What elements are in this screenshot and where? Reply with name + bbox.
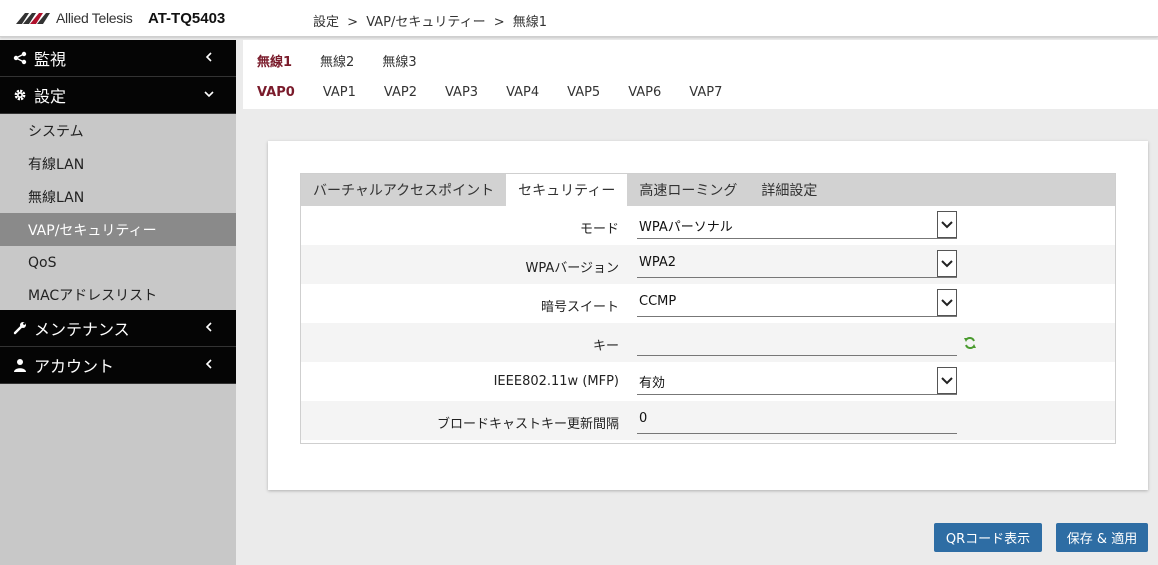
- app-header: Allied Telesis AT-TQ5403 設定 > VAP/セキュリティ…: [0, 0, 1158, 37]
- tab-fast-roaming[interactable]: 高速ローミング: [627, 174, 749, 206]
- sidebar-item-system[interactable]: システム: [0, 114, 236, 147]
- mode-label: モード: [579, 222, 619, 237]
- refresh-icon[interactable]: [963, 336, 977, 350]
- security-panel: バーチャルアクセスポイント セキュリティー 高速ローミング 詳細設定 モード W…: [300, 173, 1116, 444]
- chevron-down-icon[interactable]: [937, 289, 957, 316]
- chevron-down-icon[interactable]: [937, 367, 957, 394]
- tab-vap5[interactable]: VAP5: [553, 85, 614, 100]
- tab-virtual-access-point[interactable]: バーチャルアクセスポイント: [301, 174, 506, 206]
- sidebar-group-settings[interactable]: 設定: [0, 77, 236, 114]
- chevron-left-icon: [205, 359, 212, 369]
- qr-code-button[interactable]: QRコード表示: [934, 523, 1042, 552]
- tab-radio1[interactable]: 無線1: [243, 51, 306, 70]
- form-row-cipher: 暗号スイート CCMP: [301, 284, 1115, 323]
- mfp-select[interactable]: 有効: [637, 367, 957, 395]
- chevron-left-icon: [205, 322, 212, 332]
- logo-text: Allied Telesis: [56, 10, 133, 26]
- tab-vap0[interactable]: VAP0: [243, 85, 309, 100]
- breadcrumb-item[interactable]: VAP/セキュリティー: [366, 15, 485, 30]
- inner-tab-bar: バーチャルアクセスポイント セキュリティー 高速ローミング 詳細設定: [301, 174, 1115, 206]
- sidebar-item-wireless-lan[interactable]: 無線LAN: [0, 180, 236, 213]
- form-row-rekey: ブロードキャストキー更新間隔 0: [301, 401, 1115, 440]
- tab-vap4[interactable]: VAP4: [492, 85, 553, 100]
- cipher-label: 暗号スイート: [540, 300, 619, 315]
- rekey-interval-input[interactable]: 0: [637, 406, 957, 434]
- chevron-down-icon: [204, 91, 214, 98]
- sidebar-group-monitor[interactable]: 監視: [0, 40, 236, 77]
- radio-tabs: 無線1 無線2 無線3: [243, 44, 431, 77]
- sidebar-item-vap-security[interactable]: VAP/セキュリティー: [0, 213, 236, 246]
- settings-card: バーチャルアクセスポイント セキュリティー 高速ローミング 詳細設定 モード W…: [268, 141, 1148, 490]
- sidebar-item-wired-lan[interactable]: 有線LAN: [0, 147, 236, 180]
- cipher-select[interactable]: CCMP: [637, 289, 957, 317]
- save-apply-button[interactable]: 保存 & 適用: [1056, 523, 1148, 552]
- sidebar-group-maintenance[interactable]: メンテナンス: [0, 310, 236, 347]
- breadcrumb-separator: >: [347, 15, 359, 30]
- sidebar-item-qos[interactable]: QoS: [0, 246, 236, 279]
- chevron-down-icon[interactable]: [937, 211, 957, 238]
- device-model: AT-TQ5403: [148, 10, 226, 27]
- cipher-value: CCMP: [639, 294, 677, 309]
- sidebar-group-label: 監視: [34, 50, 67, 69]
- gear-icon: [12, 87, 28, 103]
- sidebar-group-label: 設定: [34, 87, 67, 106]
- tab-area-gap: [236, 40, 243, 109]
- sidebar-group-account[interactable]: アカウント: [0, 347, 236, 384]
- mfp-label: IEEE802.11w (MFP): [493, 374, 619, 389]
- breadcrumb-item: 無線1: [512, 15, 548, 30]
- form-row-key: キー: [301, 323, 1115, 362]
- breadcrumb: 設定 > VAP/セキュリティー > 無線1: [313, 11, 551, 30]
- user-icon: [12, 357, 28, 373]
- sidebar-item-mac-address-list[interactable]: MACアドレスリスト: [0, 279, 236, 310]
- chevron-down-icon[interactable]: [937, 250, 957, 277]
- tab-vap2[interactable]: VAP2: [370, 85, 431, 100]
- tab-vap7[interactable]: VAP7: [675, 85, 736, 100]
- tab-vap3[interactable]: VAP3: [431, 85, 492, 100]
- sidebar: 監視 設定 システム 有線LAN 無線LAN VAP/セキュリティー QoS M…: [0, 40, 236, 565]
- wpa-version-label: WPAバージョン: [525, 261, 620, 276]
- sidebar-group-label: アカウント: [34, 357, 115, 376]
- tab-vap1[interactable]: VAP1: [309, 85, 370, 100]
- share-icon: [12, 50, 28, 66]
- vap-tabs: VAP0 VAP1 VAP2 VAP3 VAP4 VAP5 VAP6 VAP7: [243, 77, 736, 108]
- mode-select[interactable]: WPAパーソナル: [637, 211, 957, 239]
- form-row-mode: モード WPAパーソナル: [301, 206, 1115, 245]
- breadcrumb-separator: >: [493, 15, 505, 30]
- breadcrumb-item[interactable]: 設定: [313, 15, 339, 30]
- wpa-version-select[interactable]: WPA2: [637, 250, 957, 278]
- form-row-mfp: IEEE802.11w (MFP) 有効: [301, 362, 1115, 401]
- tab-vap6[interactable]: VAP6: [614, 85, 675, 100]
- rekey-label: ブロードキャストキー更新間隔: [436, 417, 619, 432]
- tab-advanced[interactable]: 詳細設定: [749, 174, 829, 206]
- form-row-wpa-version: WPAバージョン WPA2: [301, 245, 1115, 284]
- wpa-version-value: WPA2: [639, 255, 677, 270]
- wrench-icon: [12, 320, 28, 336]
- chevron-left-icon: [205, 52, 212, 62]
- tab-radio3[interactable]: 無線3: [368, 51, 430, 70]
- tab-security[interactable]: セキュリティー: [506, 174, 628, 206]
- allied-telesis-logo: Allied Telesis: [16, 10, 133, 26]
- logo-mark-icon: [16, 13, 50, 24]
- mfp-value: 有効: [639, 376, 666, 391]
- sidebar-group-label: メンテナンス: [34, 320, 130, 339]
- tab-radio2[interactable]: 無線2: [306, 51, 368, 70]
- key-label: キー: [592, 339, 619, 354]
- key-input[interactable]: [637, 328, 957, 356]
- mode-value: WPAパーソナル: [639, 220, 733, 235]
